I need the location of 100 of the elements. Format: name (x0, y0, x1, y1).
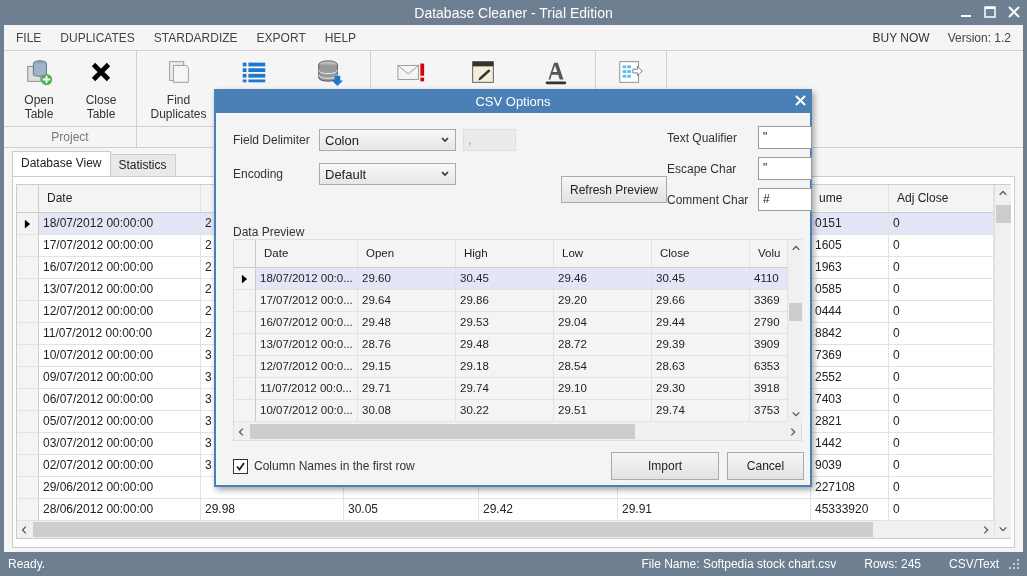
menu-item[interactable]: EXPORT (256, 30, 316, 45)
cancel-button[interactable]: Cancel (727, 452, 804, 480)
resize-grip-icon[interactable] (1009, 559, 1019, 569)
char-field[interactable]: # (758, 188, 812, 211)
table-cell: 29.71 (358, 378, 456, 400)
table-cell: 29.86 (456, 290, 554, 312)
table-cell: 29.66 (652, 290, 750, 312)
window-title: Database Cleaner - Trial Edition (414, 4, 613, 21)
table-cell: 29.20 (554, 290, 652, 312)
chevron-down-icon (440, 135, 450, 145)
table-cell: 17/07/2012 00:0... (256, 290, 358, 312)
column-header[interactable]: Open (358, 240, 456, 268)
column-header[interactable]: Volu (750, 240, 788, 268)
current-row-icon (241, 273, 248, 284)
column-header[interactable]: High (456, 240, 554, 268)
table-cell: 30.22 (456, 400, 554, 422)
delimiter-dropdown[interactable]: Colon (319, 129, 456, 151)
table-cell: 18/07/2012 00:0... (256, 268, 358, 290)
table-cell: 16/07/2012 00:0... (256, 312, 358, 334)
column-header[interactable]: Date (39, 185, 201, 213)
scroll-right-icon[interactable] (981, 524, 991, 535)
ribbon-button[interactable]: Close Table (70, 55, 132, 126)
scroll-down-icon[interactable] (790, 409, 801, 419)
vertical-scrollbar[interactable] (994, 185, 1011, 538)
table-cell: 29.48 (456, 334, 554, 356)
table-cell: 29.48 (358, 312, 456, 334)
table-cell: 29.18 (456, 356, 554, 378)
field-label: Comment Char (667, 192, 750, 207)
table-cell: 29.39 (652, 334, 750, 356)
table-cell: 29.44 (652, 312, 750, 334)
row-count-label: Rows: 245 (864, 557, 921, 571)
maximize-icon[interactable] (983, 5, 997, 19)
table-cell: 09/07/2012 00:00:00 (39, 367, 201, 389)
checkbox[interactable] (233, 458, 248, 474)
field-label: Encoding (233, 167, 285, 181)
menu-item[interactable]: STARDARDIZE (153, 30, 248, 45)
scroll-right-icon[interactable] (788, 426, 798, 437)
table-cell: 05/07/2012 00:00:00 (39, 411, 201, 433)
table-cell: 4110 (750, 268, 788, 290)
scroll-down-icon[interactable] (998, 524, 1008, 534)
table-cell: 29.04 (554, 312, 652, 334)
scroll-thumb[interactable] (995, 205, 1011, 223)
encoding-dropdown[interactable]: Default (319, 163, 456, 185)
file-name-label: File Name: Softpedia stock chart.csv (641, 557, 837, 571)
column-header[interactable]: Date (256, 240, 358, 268)
refresh-preview-button[interactable]: Refresh Preview (561, 176, 667, 203)
close-icon[interactable] (1007, 5, 1021, 19)
column-header[interactable]: Close (652, 240, 750, 268)
ribbon-button[interactable]: Open Table (8, 55, 70, 126)
buy-now-link[interactable]: BUY NOW (872, 30, 930, 45)
table-cell: 29/06/2012 00:00:00 (39, 477, 201, 499)
database-add-icon (24, 57, 54, 87)
column-header[interactable]: ume (811, 185, 889, 213)
table-cell: 29.64 (358, 290, 456, 312)
field-label: Text Qualifier (667, 130, 739, 145)
table-cell: 28.54 (554, 356, 652, 378)
scroll-thumb[interactable] (789, 302, 802, 321)
column-header[interactable]: Adj Close (889, 185, 994, 213)
menu-item[interactable]: FILE (16, 30, 52, 45)
table-cell: 29.15 (358, 356, 456, 378)
table-cell: 29.60 (358, 268, 456, 290)
menu-item[interactable]: DUPLICATES (60, 30, 145, 45)
version-label: Version: 1.2 (947, 30, 1011, 45)
table-cell: 06/07/2012 00:00:00 (39, 389, 201, 411)
status-message: Ready. (8, 557, 46, 571)
table-cell: 0 (889, 213, 994, 235)
tab[interactable]: Database View (12, 151, 111, 176)
table-cell: 16/07/2012 00:00:00 (39, 257, 201, 279)
horizontal-scrollbar[interactable] (17, 521, 994, 538)
close-icon[interactable] (795, 95, 806, 106)
table-cell: 10/07/2012 00:00:00 (39, 345, 201, 367)
table-cell: 28.63 (652, 356, 750, 378)
table-cell: 12/07/2012 00:0... (256, 356, 358, 378)
table-cell: 29.53 (456, 312, 554, 334)
scroll-thumb[interactable] (250, 424, 635, 439)
table-cell: 03/07/2012 00:00:00 (39, 433, 201, 455)
dropdown-value: Default (325, 166, 367, 182)
tab[interactable]: Statistics (109, 154, 176, 176)
scroll-thumb[interactable] (33, 522, 873, 537)
horizontal-scrollbar[interactable] (234, 423, 801, 440)
table-cell: 0151 (811, 213, 889, 235)
table-cell: 30.08 (358, 400, 456, 422)
table-cell: 10/07/2012 00:0... (256, 400, 358, 422)
menu-item[interactable]: HELP (324, 30, 367, 45)
table-cell: 30.45 (456, 268, 554, 290)
table-cell: 29.51 (554, 400, 652, 422)
vertical-scrollbar[interactable] (788, 240, 803, 423)
table-cell: 12/07/2012 00:00:00 (39, 301, 201, 323)
field-label: Escape Char (667, 161, 738, 176)
char-field[interactable]: " (758, 157, 812, 180)
table-cell: 28.76 (358, 334, 456, 356)
table-cell: 17/07/2012 00:00:00 (39, 235, 201, 257)
table-cell: 29.30 (652, 378, 750, 400)
char-field[interactable]: " (758, 126, 812, 149)
current-row-icon (24, 218, 31, 229)
table-cell: 30.45 (652, 268, 750, 290)
table-cell: 29.74 (652, 400, 750, 422)
import-button[interactable]: Import (611, 452, 719, 480)
table-cell: 28.72 (554, 334, 652, 356)
column-header[interactable]: Low (554, 240, 652, 268)
